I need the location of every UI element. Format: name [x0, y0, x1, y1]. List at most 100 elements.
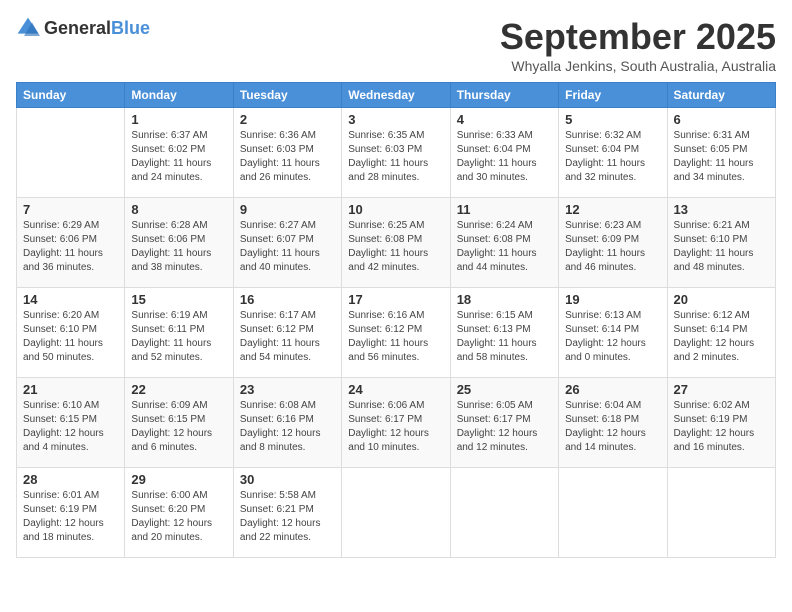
calendar-cell: [667, 468, 775, 558]
calendar-cell: 17 Sunrise: 6:16 AMSunset: 6:12 PMDayligh…: [342, 288, 450, 378]
calendar-cell: 25 Sunrise: 6:05 AMSunset: 6:17 PMDayligh…: [450, 378, 558, 468]
day-number: 6: [674, 112, 769, 127]
calendar-cell: 21Sunrise: 6:10 AMSunset: 6:15 PMDayligh…: [17, 378, 125, 468]
day-info: Sunrise: 6:37 AMSunset: 6:02 PMDaylight:…: [131, 129, 226, 185]
day-info: Sunrise: 6:13 AMSunset: 6:14 PMDaylight:…: [565, 309, 660, 365]
calendar-cell: 30 Sunrise: 5:58 AMSunset: 6:21 PMDayligh…: [233, 468, 341, 558]
calendar-cell: 23Sunrise: 6:08 AMSunset: 6:16 PMDayligh…: [233, 378, 341, 468]
day-number: 15: [131, 292, 226, 307]
day-number: 29: [131, 472, 226, 487]
day-info: Sunrise: 6:00 AMSunset: 6:20 PMDaylight:…: [131, 489, 226, 545]
calendar-cell: 27Sunrise: 6:02 AMSunset: 6:19 PMDayligh…: [667, 378, 775, 468]
calendar-header-wednesday: Wednesday: [342, 83, 450, 108]
page-header: GeneralBlue September 2025 Whyalla Jenki…: [16, 16, 776, 74]
day-info: Sunrise: 6:35 AMSunset: 6:03 PMDaylight:…: [348, 129, 443, 185]
location-subtitle: Whyalla Jenkins, South Australia, Austra…: [500, 58, 776, 74]
calendar-cell: [450, 468, 558, 558]
title-block: September 2025 Whyalla Jenkins, South Au…: [500, 16, 776, 74]
day-number: 26: [565, 382, 660, 397]
calendar-cell: 7 Sunrise: 6:29 AMSunset: 6:06 PMDaylight…: [17, 198, 125, 288]
calendar-cell: [17, 108, 125, 198]
calendar-cell: 22 Sunrise: 6:09 AMSunset: 6:15 PMDayligh…: [125, 378, 233, 468]
calendar-cell: 16Sunrise: 6:17 AMSunset: 6:12 PMDayligh…: [233, 288, 341, 378]
calendar-cell: [342, 468, 450, 558]
day-info: Sunrise: 6:09 AMSunset: 6:15 PMDaylight:…: [131, 399, 226, 455]
day-number: 18: [457, 292, 552, 307]
calendar-cell: 14 Sunrise: 6:20 AMSunset: 6:10 PMDayligh…: [17, 288, 125, 378]
calendar-cell: 12Sunrise: 6:23 AMSunset: 6:09 PMDayligh…: [559, 198, 667, 288]
calendar-header-friday: Friday: [559, 83, 667, 108]
calendar-header-monday: Monday: [125, 83, 233, 108]
day-info: Sunrise: 6:10 AMSunset: 6:15 PMDaylight:…: [23, 399, 118, 455]
day-number: 24: [348, 382, 443, 397]
day-info: Sunrise: 6:06 AMSunset: 6:17 PMDaylight:…: [348, 399, 443, 455]
day-number: 25: [457, 382, 552, 397]
calendar-week-row: 7 Sunrise: 6:29 AMSunset: 6:06 PMDaylight…: [17, 198, 776, 288]
day-number: 8: [131, 202, 226, 217]
day-info: Sunrise: 6:29 AMSunset: 6:06 PMDaylight:…: [23, 219, 118, 275]
day-info: Sunrise: 6:01 AMSunset: 6:19 PMDaylight:…: [23, 489, 118, 545]
day-info: Sunrise: 6:19 AMSunset: 6:11 PMDaylight:…: [131, 309, 226, 365]
calendar-cell: 28Sunrise: 6:01 AMSunset: 6:19 PMDayligh…: [17, 468, 125, 558]
calendar-header-row: SundayMondayTuesdayWednesdayThursdayFrid…: [17, 83, 776, 108]
calendar-table: SundayMondayTuesdayWednesdayThursdayFrid…: [16, 82, 776, 558]
day-number: 13: [674, 202, 769, 217]
day-number: 9: [240, 202, 335, 217]
calendar-header-sunday: Sunday: [17, 83, 125, 108]
day-number: 4: [457, 112, 552, 127]
day-number: 10: [348, 202, 443, 217]
day-info: Sunrise: 6:20 AMSunset: 6:10 PMDaylight:…: [23, 309, 118, 365]
calendar-cell: 24 Sunrise: 6:06 AMSunset: 6:17 PMDayligh…: [342, 378, 450, 468]
day-info: Sunrise: 6:17 AMSunset: 6:12 PMDaylight:…: [240, 309, 335, 365]
day-info: Sunrise: 5:58 AMSunset: 6:21 PMDaylight:…: [240, 489, 335, 545]
calendar-cell: 5Sunrise: 6:32 AMSunset: 6:04 PMDaylight…: [559, 108, 667, 198]
day-info: Sunrise: 6:21 AMSunset: 6:10 PMDaylight:…: [674, 219, 769, 275]
day-info: Sunrise: 6:02 AMSunset: 6:19 PMDaylight:…: [674, 399, 769, 455]
month-year-title: September 2025: [500, 16, 776, 58]
day-number: 20: [674, 292, 769, 307]
calendar-cell: 9 Sunrise: 6:27 AMSunset: 6:07 PMDaylight…: [233, 198, 341, 288]
calendar-cell: 13 Sunrise: 6:21 AMSunset: 6:10 PMDayligh…: [667, 198, 775, 288]
calendar-cell: 8 Sunrise: 6:28 AMSunset: 6:06 PMDaylight…: [125, 198, 233, 288]
day-number: 11: [457, 202, 552, 217]
day-number: 14: [23, 292, 118, 307]
day-number: 7: [23, 202, 118, 217]
day-number: 12: [565, 202, 660, 217]
day-info: Sunrise: 6:12 AMSunset: 6:14 PMDaylight:…: [674, 309, 769, 365]
calendar-cell: 11 Sunrise: 6:24 AMSunset: 6:08 PMDayligh…: [450, 198, 558, 288]
logo: GeneralBlue: [16, 16, 150, 40]
day-number: 2: [240, 112, 335, 127]
calendar-cell: 3Sunrise: 6:35 AMSunset: 6:03 PMDaylight…: [342, 108, 450, 198]
day-number: 22: [131, 382, 226, 397]
day-info: Sunrise: 6:36 AMSunset: 6:03 PMDaylight:…: [240, 129, 335, 185]
day-info: Sunrise: 6:05 AMSunset: 6:17 PMDaylight:…: [457, 399, 552, 455]
day-info: Sunrise: 6:16 AMSunset: 6:12 PMDaylight:…: [348, 309, 443, 365]
day-info: Sunrise: 6:24 AMSunset: 6:08 PMDaylight:…: [457, 219, 552, 275]
logo-text-general: General: [44, 18, 111, 38]
day-number: 30: [240, 472, 335, 487]
calendar-cell: 26 Sunrise: 6:04 AMSunset: 6:18 PMDayligh…: [559, 378, 667, 468]
calendar-week-row: 14 Sunrise: 6:20 AMSunset: 6:10 PMDayligh…: [17, 288, 776, 378]
calendar-week-row: 21Sunrise: 6:10 AMSunset: 6:15 PMDayligh…: [17, 378, 776, 468]
calendar-week-row: 1 Sunrise: 6:37 AMSunset: 6:02 PMDaylight…: [17, 108, 776, 198]
day-info: Sunrise: 6:15 AMSunset: 6:13 PMDaylight:…: [457, 309, 552, 365]
calendar-header-tuesday: Tuesday: [233, 83, 341, 108]
calendar-cell: 1 Sunrise: 6:37 AMSunset: 6:02 PMDaylight…: [125, 108, 233, 198]
day-info: Sunrise: 6:31 AMSunset: 6:05 PMDaylight:…: [674, 129, 769, 185]
day-number: 1: [131, 112, 226, 127]
day-info: Sunrise: 6:27 AMSunset: 6:07 PMDaylight:…: [240, 219, 335, 275]
day-number: 23: [240, 382, 335, 397]
day-number: 17: [348, 292, 443, 307]
calendar-header-thursday: Thursday: [450, 83, 558, 108]
calendar-cell: 29 Sunrise: 6:00 AMSunset: 6:20 PMDayligh…: [125, 468, 233, 558]
day-info: Sunrise: 6:33 AMSunset: 6:04 PMDaylight:…: [457, 129, 552, 185]
calendar-cell: 2 Sunrise: 6:36 AMSunset: 6:03 PMDaylight…: [233, 108, 341, 198]
day-info: Sunrise: 6:28 AMSunset: 6:06 PMDaylight:…: [131, 219, 226, 275]
calendar-cell: [559, 468, 667, 558]
logo-text-blue: Blue: [111, 18, 150, 38]
calendar-cell: 10Sunrise: 6:25 AMSunset: 6:08 PMDayligh…: [342, 198, 450, 288]
day-info: Sunrise: 6:04 AMSunset: 6:18 PMDaylight:…: [565, 399, 660, 455]
calendar-cell: 4 Sunrise: 6:33 AMSunset: 6:04 PMDaylight…: [450, 108, 558, 198]
calendar-cell: 6 Sunrise: 6:31 AMSunset: 6:05 PMDaylight…: [667, 108, 775, 198]
calendar-week-row: 28Sunrise: 6:01 AMSunset: 6:19 PMDayligh…: [17, 468, 776, 558]
